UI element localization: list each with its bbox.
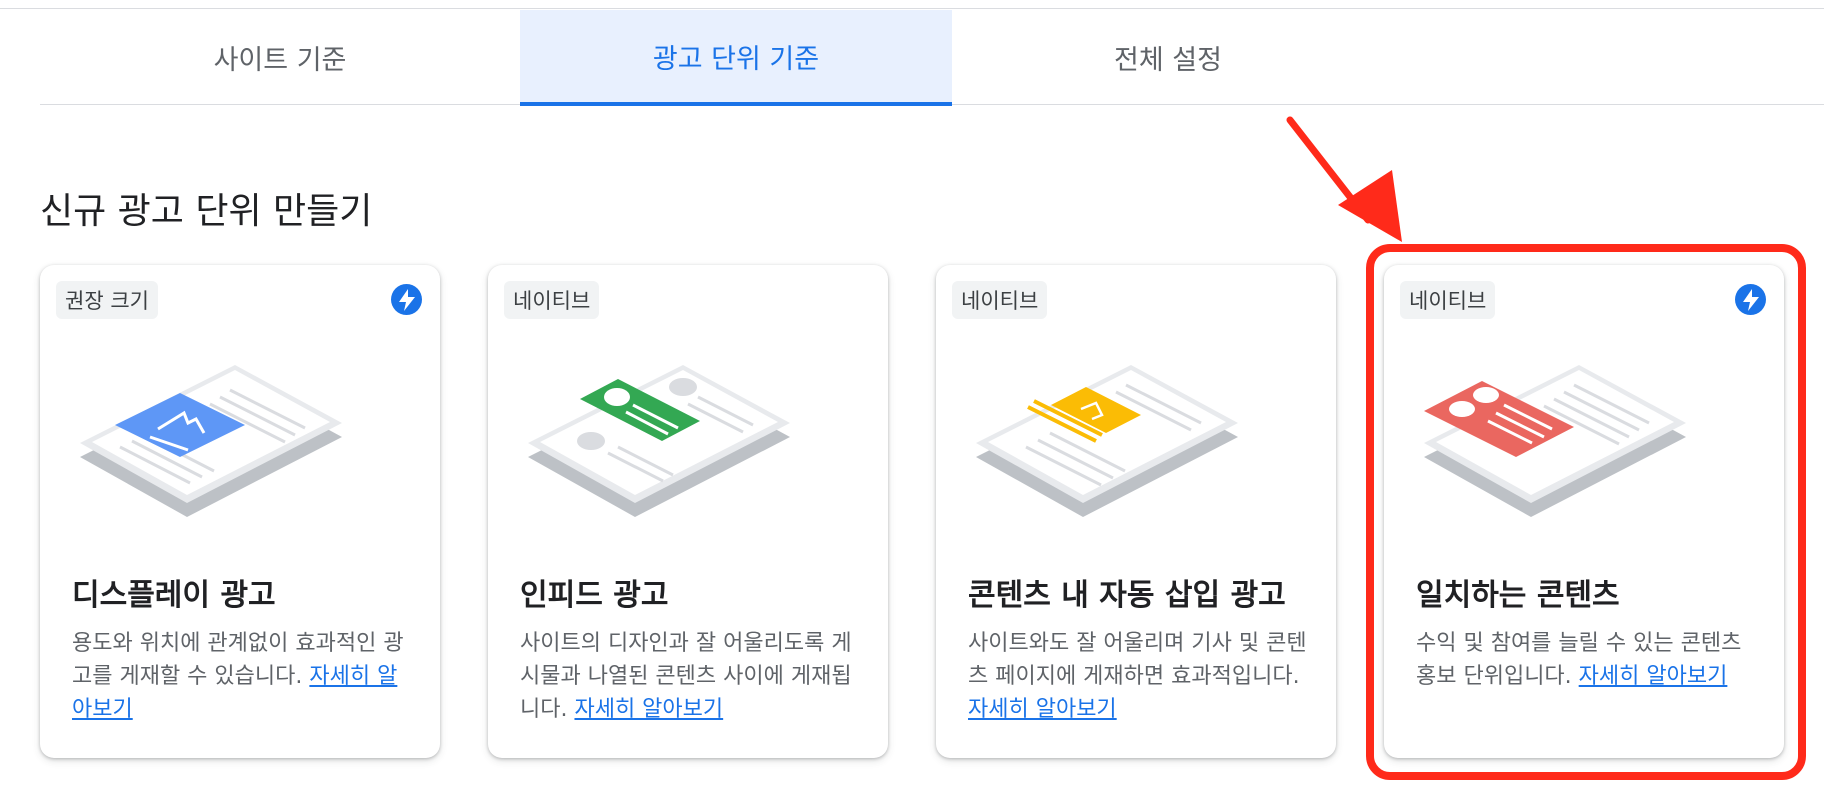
card-chip: 네이티브: [952, 281, 1048, 319]
lightning-bolt-icon: [391, 284, 422, 315]
section-title: 신규 광고 단위 만들기: [40, 191, 373, 232]
card-in-article-ads[interactable]: 네이티브 콘텐츠 내 자동 삽입 광고 사이트와도 잘 어울리며 기사 및 콘텐…: [936, 265, 1336, 758]
card-in-feed-ads[interactable]: 네이티브 인피드 광고 사이트의 디자인과 잘 어울리도록 게시물과 나열된 콘…: [488, 265, 888, 758]
in-article-ad-illustration-icon: [976, 365, 1238, 517]
card-description: 용도와 위치에 관계없이 효과적인 광고를 게재할 수 있습니다. 자세히 알아…: [72, 631, 404, 722]
card-description: 사이트와도 잘 어울리며 기사 및 콘텐츠 페이지에 게재하면 효과적입니다. …: [968, 631, 1307, 722]
card-chip: 권장 크기: [56, 281, 158, 319]
card-title: 콘텐츠 내 자동 삽입 광고: [968, 578, 1286, 613]
matched-content-illustration-icon: [1424, 365, 1686, 517]
card-chip: 네이티브: [1400, 281, 1496, 319]
lightning-bolt-icon: [1735, 284, 1766, 315]
learn-more-link[interactable]: 자세히 알아보기: [968, 697, 1117, 722]
card-title: 인피드 광고: [520, 578, 669, 613]
tab-ad-unit[interactable]: 광고 단위 기준: [520, 10, 952, 106]
card-chip: 네이티브: [504, 281, 600, 319]
tab-bar: 사이트 기준 광고 단위 기준 전체 설정: [40, 10, 1824, 106]
card-description: 사이트의 디자인과 잘 어울리도록 게시물과 나열된 콘텐츠 사이에 게재됩니다…: [520, 631, 852, 722]
learn-more-link[interactable]: 자세히 알아보기: [1579, 664, 1728, 689]
in-feed-ad-illustration-icon: [528, 365, 790, 517]
learn-more-link[interactable]: 자세히 알아보기: [574, 697, 723, 722]
display-ad-illustration-icon: [80, 365, 342, 517]
card-title: 일치하는 콘텐츠: [1416, 578, 1620, 613]
card-matched-content[interactable]: 네이티브 일치하는 콘텐츠 수익 및 참여를 늘릴 수 있는 콘텐츠 홍보 단위…: [1384, 265, 1784, 758]
card-description: 수익 및 참여를 늘릴 수 있는 콘텐츠 홍보 단위입니다. 자세히 알아보기: [1416, 631, 1742, 689]
red-arrow-annotation-icon: [1286, 116, 1402, 242]
tab-site[interactable]: 사이트 기준: [40, 10, 520, 105]
top-divider: [0, 8, 1824, 9]
card-title: 디스플레이 광고: [72, 578, 276, 613]
card-display-ads[interactable]: 권장 크기 디스플레이 광고 용도와 위치에 관계없이 효과적인 광고를 게재할…: [40, 265, 440, 758]
tab-global-settings[interactable]: 전체 설정: [952, 10, 1384, 105]
